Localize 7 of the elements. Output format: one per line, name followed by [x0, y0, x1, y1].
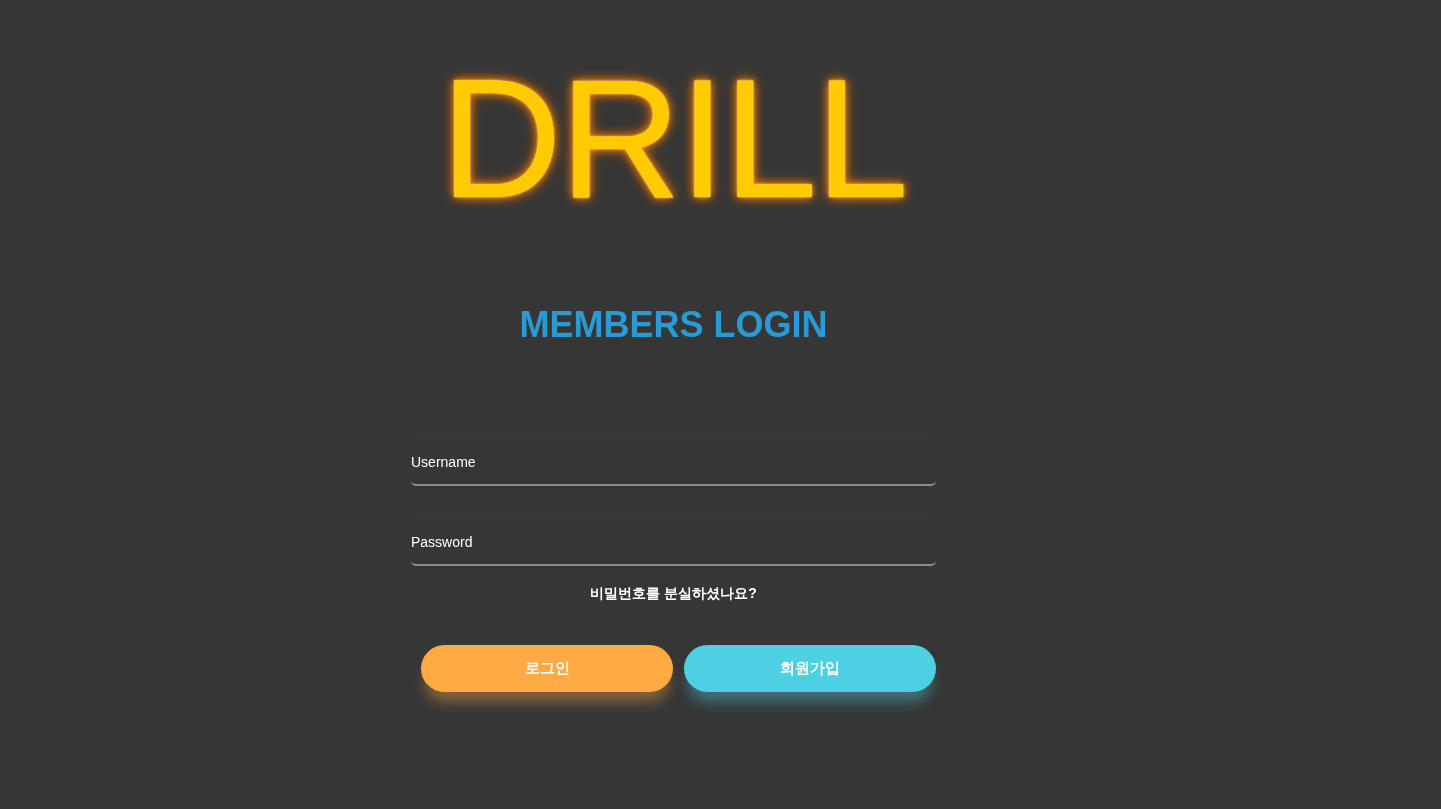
login-button[interactable]: 로그인 — [421, 645, 673, 692]
forgot-password-link[interactable]: 비밀번호를 분실하셨나요? — [590, 583, 757, 603]
logo-text: DRILL — [440, 55, 907, 223]
signup-button[interactable]: 회원가입 — [684, 645, 936, 692]
password-field[interactable]: Password — [411, 519, 936, 566]
page-heading: MEMBERS LOGIN — [519, 307, 828, 343]
username-field[interactable]: Username — [411, 439, 936, 486]
